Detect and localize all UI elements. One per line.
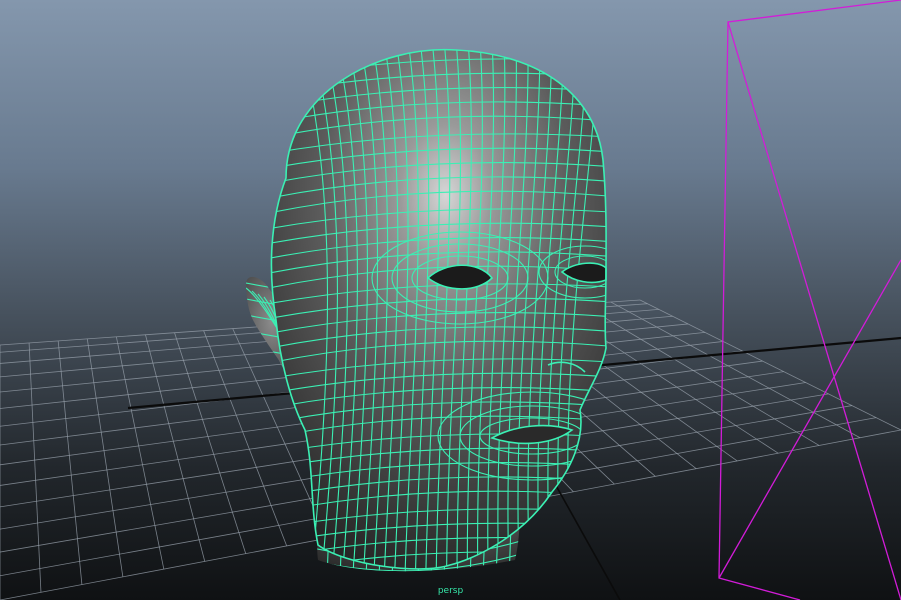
camera-frustum-diagonal	[718, 259, 901, 579]
perspective-viewport[interactable]: persp	[0, 0, 901, 600]
camera-name-label: persp	[437, 586, 464, 596]
camera-frustum[interactable]	[718, 0, 901, 600]
viewport-scene[interactable]	[0, 0, 901, 600]
grid-line	[639, 299, 901, 431]
camera-frustum-diagonal	[727, 21, 901, 600]
grid-line	[28, 342, 42, 593]
grid-line	[610, 301, 861, 439]
grid-line	[57, 340, 83, 585]
head-mesh-wireframe[interactable]	[240, 40, 640, 590]
grid-line	[115, 336, 165, 570]
grid-line	[145, 334, 206, 562]
grid-line	[203, 330, 288, 547]
grid-line	[86, 338, 124, 577]
